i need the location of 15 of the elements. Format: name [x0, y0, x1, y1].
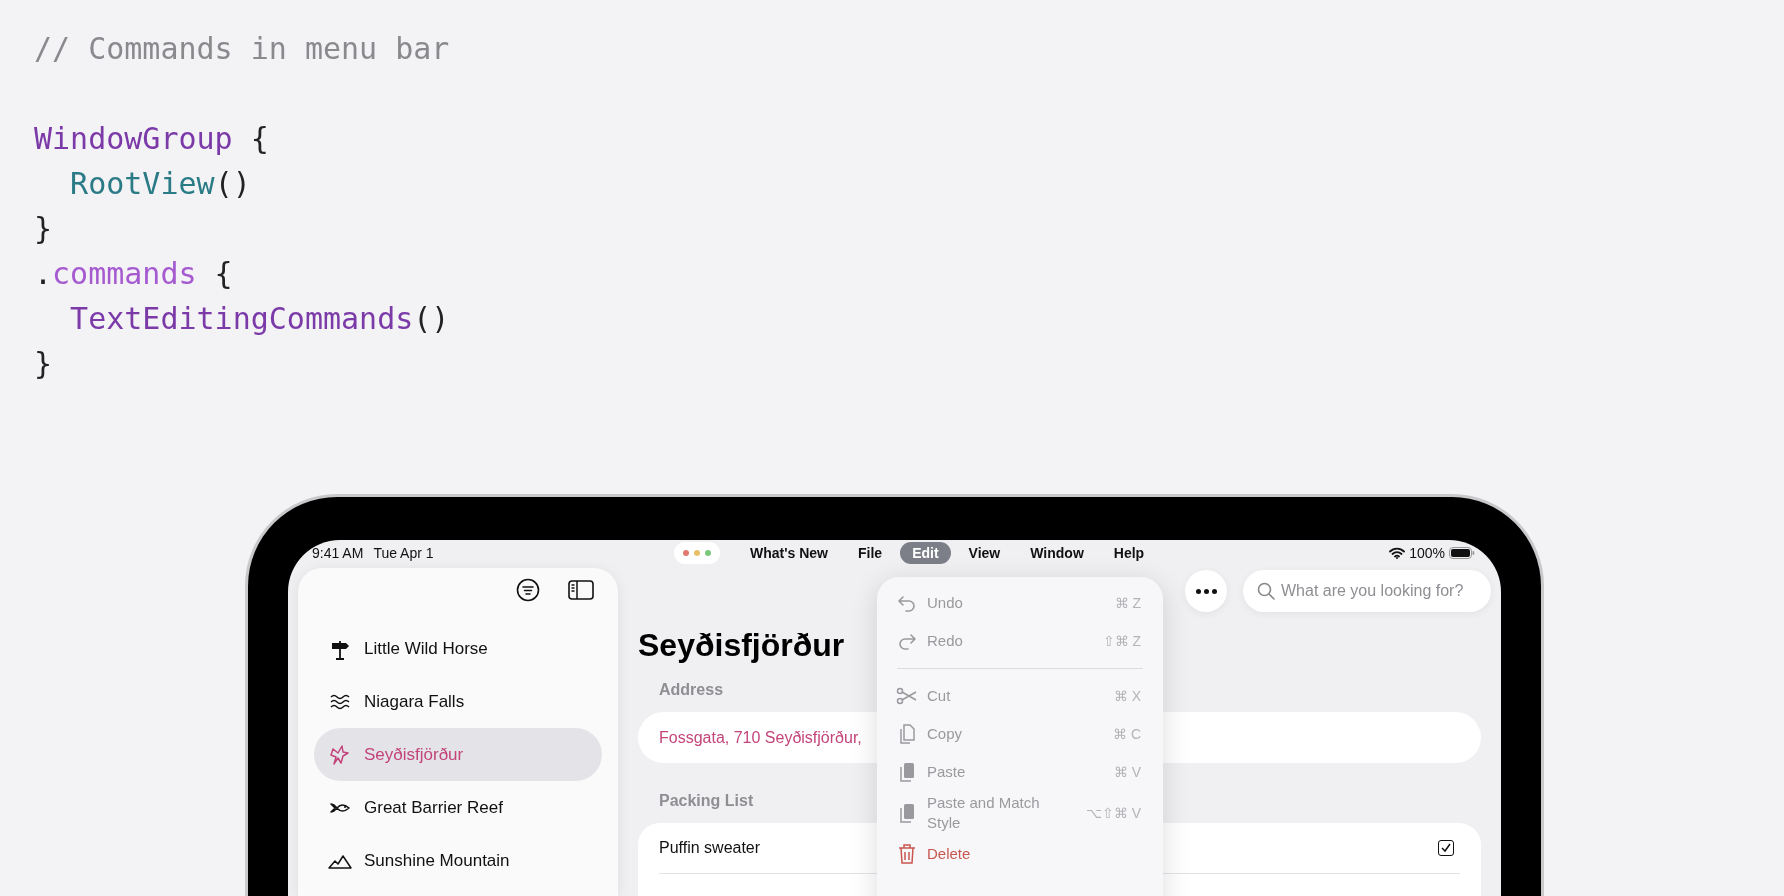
code-line: }	[34, 346, 53, 381]
section-label: Packing List	[659, 791, 754, 811]
code-line: }	[34, 211, 53, 246]
status-date: Tue Apr 1	[373, 543, 434, 563]
detail-title: Seyðisfjörður	[638, 626, 845, 664]
packing-item: Puffin sweater	[659, 838, 761, 858]
code-line: RootView()	[69, 166, 251, 201]
status-time: 9:41 AM	[312, 543, 364, 563]
code-line: TextEditingCommands()	[69, 301, 450, 336]
battery-percent: 100%	[1409, 543, 1445, 563]
address-text: Fossgata, 710 Seyðisfjörður,	[659, 727, 862, 748]
code-comment: // Commands in menu bar	[34, 31, 450, 66]
section-label: Address	[659, 680, 724, 700]
code-line: .commands {	[34, 256, 233, 291]
code-line: WindowGroup {	[34, 121, 269, 156]
